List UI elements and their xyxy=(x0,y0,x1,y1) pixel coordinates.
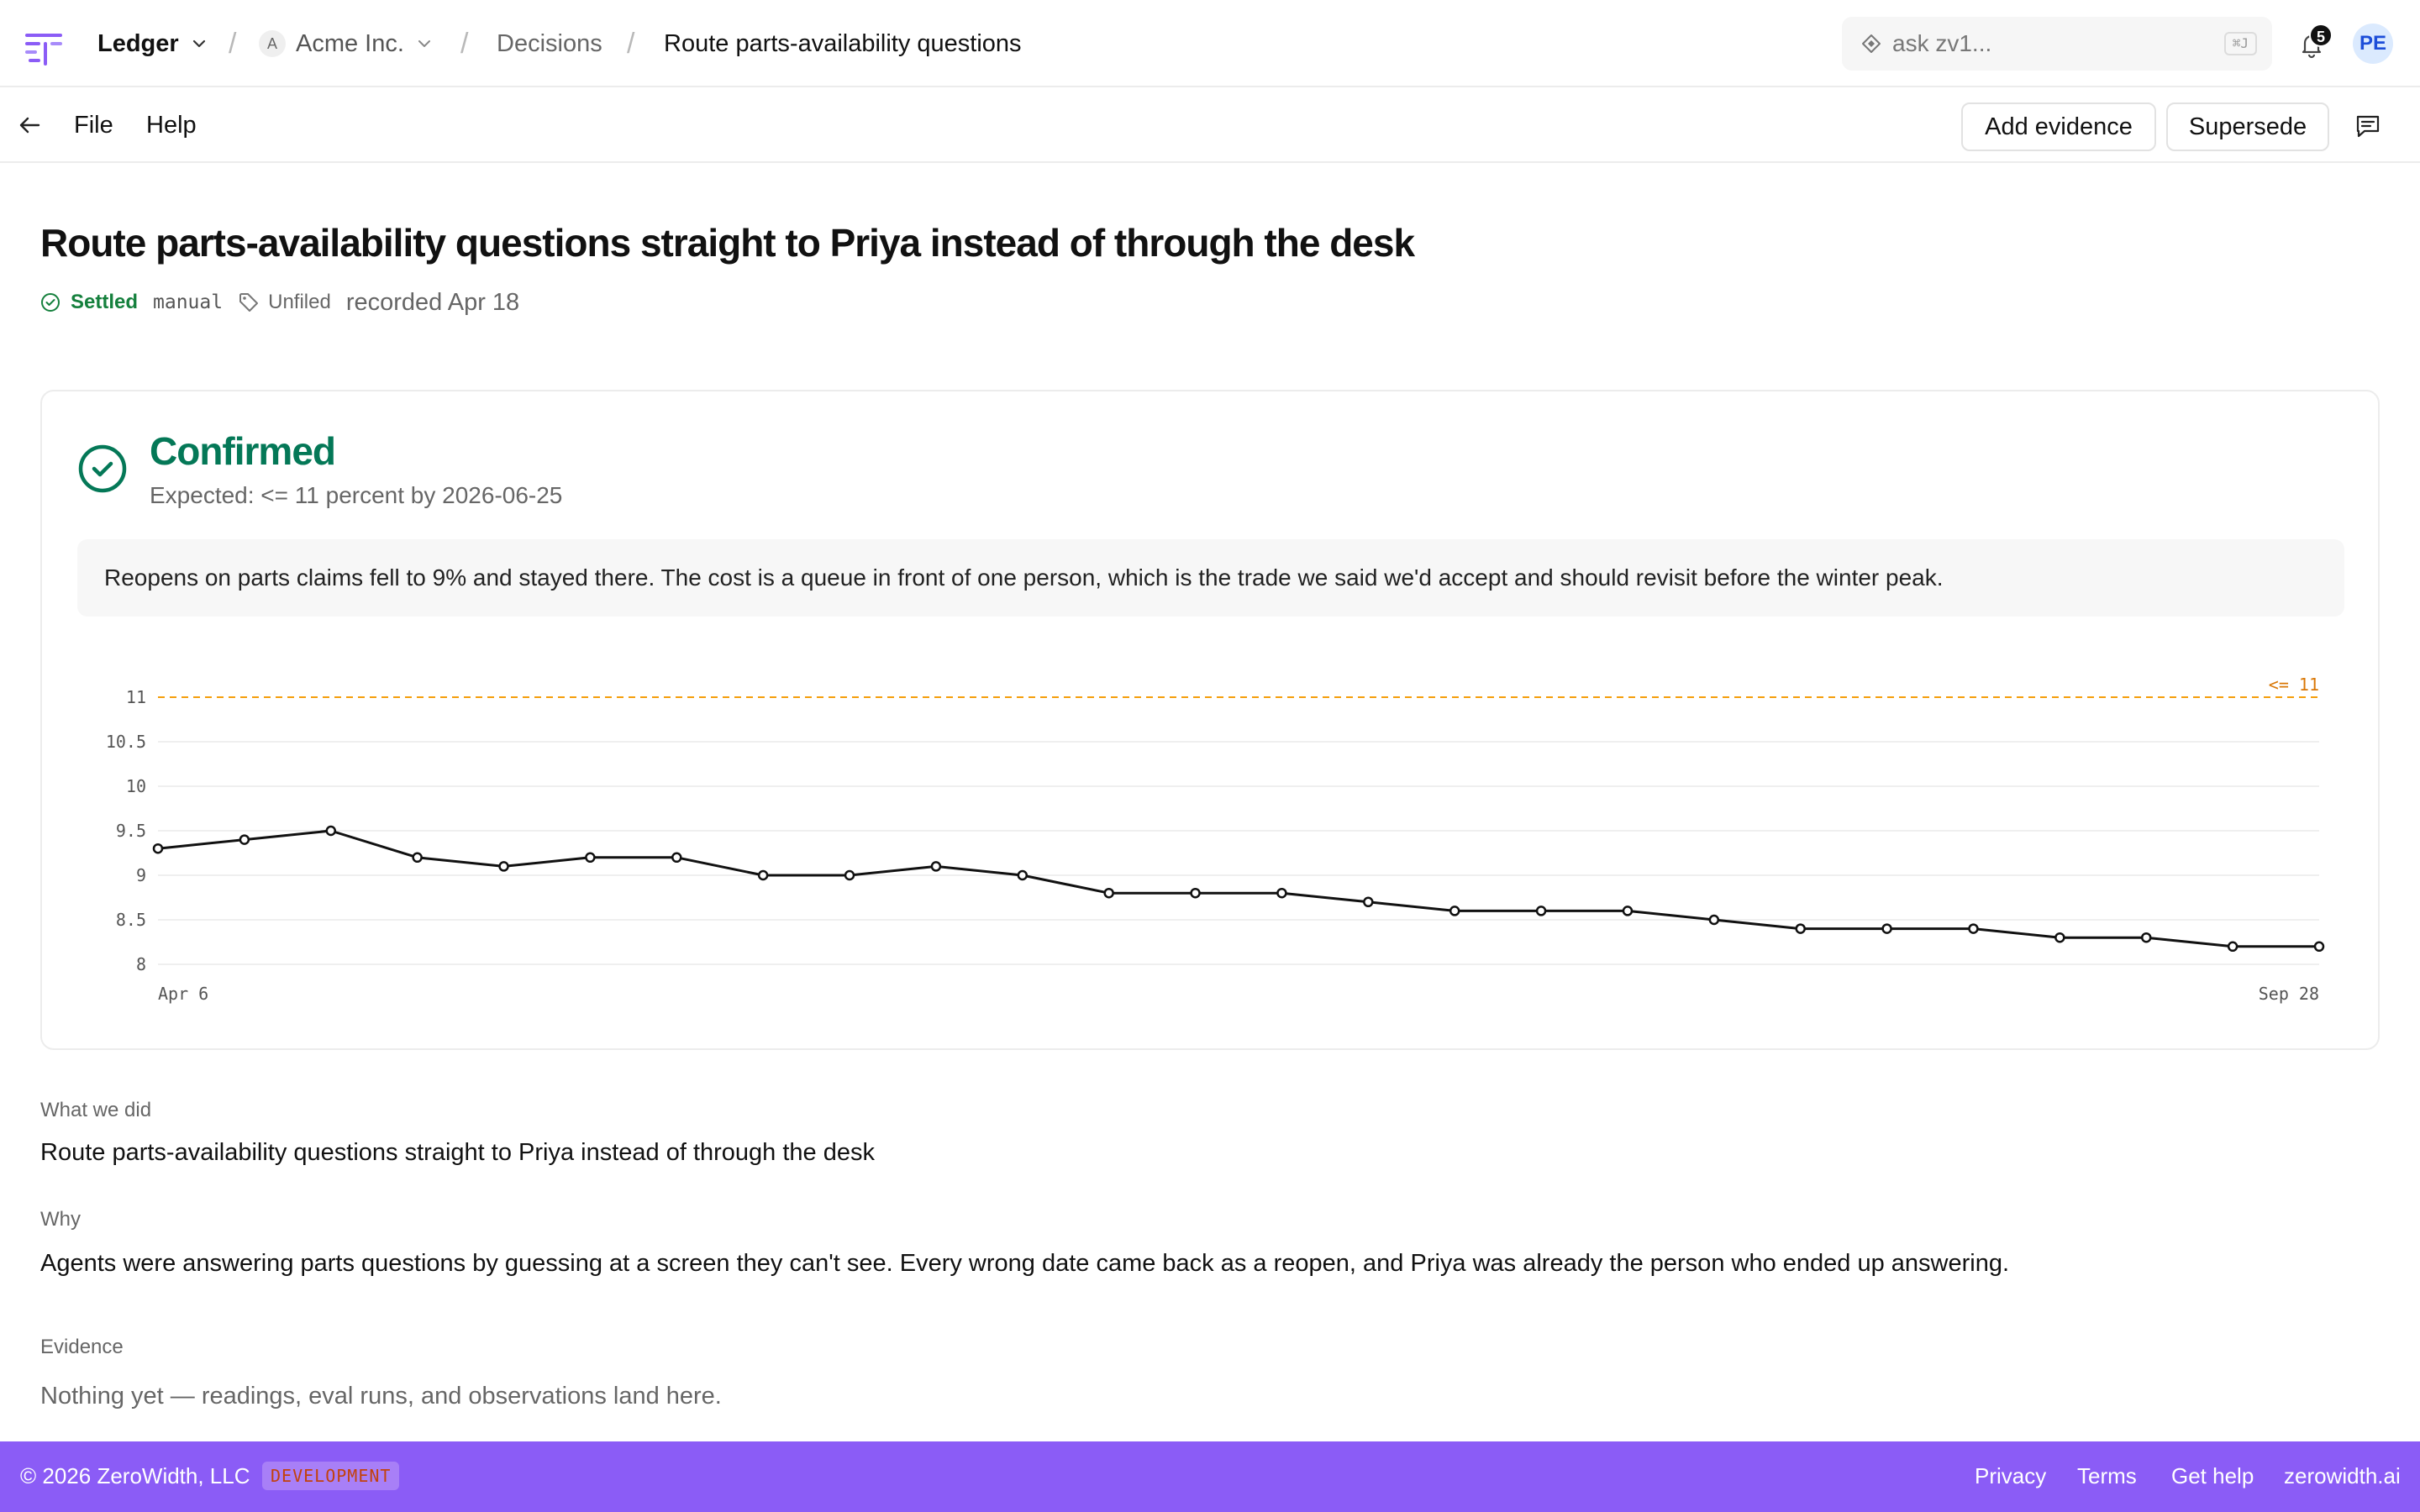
status-badge: Settled xyxy=(40,291,138,314)
app-name: Ledger xyxy=(97,29,179,57)
data-point xyxy=(152,843,164,854)
data-point xyxy=(844,869,855,881)
environment-badge: DEVELOPMENT xyxy=(262,1462,400,1490)
y-tick-label: 9.5 xyxy=(116,821,146,841)
evidence-empty-text: Nothing yet — readings, eval runs, and o… xyxy=(40,1383,722,1410)
get-help-link[interactable]: Get help xyxy=(2171,1463,2254,1489)
y-tick-label: 9 xyxy=(136,865,146,885)
y-tick-label: 8 xyxy=(136,954,146,974)
tag-picker[interactable]: Unfiled xyxy=(238,291,331,314)
x-tick-label-start: Apr 6 xyxy=(158,984,208,1004)
menu-file[interactable]: File xyxy=(74,108,113,143)
tag-icon xyxy=(239,293,259,312)
data-point xyxy=(2054,932,2065,943)
why-label: Why xyxy=(40,1208,81,1231)
data-point xyxy=(585,852,596,864)
data-point xyxy=(1363,896,1374,908)
org-name: Acme Inc. xyxy=(296,29,404,57)
sparkle-diamond-icon xyxy=(1862,34,1881,53)
notification-badge: 5 xyxy=(2309,24,2333,47)
data-point xyxy=(930,861,942,872)
why-text: Agents were answering parts questions by… xyxy=(40,1250,2010,1277)
breadcrumb-separator: / xyxy=(229,28,237,60)
zerowidth-link[interactable]: zerowidth.ai xyxy=(2284,1463,2401,1489)
add-evidence-button[interactable]: Add evidence xyxy=(1961,102,2156,151)
data-point xyxy=(412,852,423,864)
y-tick-label: 11 xyxy=(126,687,146,707)
data-point xyxy=(1017,869,1028,881)
chevron-down-icon xyxy=(192,39,205,48)
breadcrumb-separator: / xyxy=(460,28,469,60)
data-point xyxy=(498,861,509,872)
breadcrumb-decisions[interactable]: Decisions xyxy=(497,25,602,62)
ask-input[interactable] xyxy=(1892,30,2212,57)
org-avatar: A xyxy=(259,30,286,57)
data-point xyxy=(1276,887,1287,899)
source-tag: manual xyxy=(153,291,224,313)
notifications-button[interactable]: 5 xyxy=(2292,24,2333,64)
menu-help[interactable]: Help xyxy=(146,108,197,143)
data-point xyxy=(2313,941,2325,953)
recorded-date: recorded Apr 18 xyxy=(345,288,520,316)
copyright: © 2026 ZeroWidth, LLC xyxy=(20,1463,250,1488)
app-switcher[interactable]: Ledger xyxy=(97,25,208,62)
privacy-link[interactable]: Privacy xyxy=(1975,1463,2046,1489)
data-point xyxy=(671,852,682,864)
data-point xyxy=(1535,906,1547,916)
data-point xyxy=(1795,923,1806,934)
y-tick-label: 10 xyxy=(126,776,146,796)
shortcut-hint: ⌘J xyxy=(2223,32,2257,55)
what-we-did-label: What we did xyxy=(40,1099,152,1121)
chevron-down-icon xyxy=(418,40,430,47)
data-point xyxy=(2140,932,2152,943)
data-point xyxy=(239,834,250,845)
threshold-label: <= 11 xyxy=(2269,675,2319,695)
data-point xyxy=(1449,906,1460,916)
user-avatar[interactable]: PE xyxy=(2353,24,2393,64)
series-line xyxy=(157,829,2319,948)
data-point xyxy=(1190,887,1201,899)
data-point xyxy=(325,825,337,837)
decision-title: Route parts-availability questions strai… xyxy=(40,221,1415,265)
data-point xyxy=(1103,887,1114,899)
readings-chart: 11 10.5 10 9.5 9 8.5 8 <= 11 Apr 6 Sep 28 xyxy=(106,675,2325,1004)
outcome-card: Confirmed Expected: <= 11 percent by 202… xyxy=(40,390,2380,1050)
evidence-label: Evidence xyxy=(40,1336,124,1358)
back-arrow-icon[interactable] xyxy=(15,111,44,139)
y-tick-label: 8.5 xyxy=(116,910,146,930)
document-toolbar: File Help Add evidence Supersede xyxy=(0,87,2420,163)
x-tick-label-end: Sep 28 xyxy=(2259,984,2319,1004)
data-point xyxy=(1881,923,1892,934)
tag-label: Unfiled xyxy=(268,291,331,313)
data-point xyxy=(2227,941,2238,953)
data-point xyxy=(1968,923,1979,934)
app-logo-icon[interactable] xyxy=(24,30,64,67)
org-switcher[interactable]: A Acme Inc. xyxy=(259,25,433,62)
data-point xyxy=(1708,914,1720,926)
top-bar: Ledger / A Acme Inc. / Decisions / Route… xyxy=(0,0,2420,87)
check-circle-icon xyxy=(41,293,60,312)
breadcrumb-separator: / xyxy=(627,28,635,60)
what-we-did-text: Route parts-availability questions strai… xyxy=(40,1139,875,1166)
data-point xyxy=(757,869,769,881)
status-label: Settled xyxy=(71,291,139,313)
footer: © 2026 ZeroWidth, LLC DEVELOPMENT Privac… xyxy=(0,1441,2420,1512)
breadcrumb-current: Route parts-availability questions strai… xyxy=(664,29,1021,57)
y-tick-label: 10.5 xyxy=(106,732,146,752)
decision-meta: Settled manual Unfiled recorded Apr 18 xyxy=(40,286,519,319)
comment-icon[interactable] xyxy=(2353,111,2383,141)
ask-search-box[interactable]: ⌘J xyxy=(1842,17,2272,71)
supersede-button[interactable]: Supersede xyxy=(2166,102,2329,151)
terms-link[interactable]: Terms xyxy=(2077,1463,2137,1489)
data-point xyxy=(1622,906,1634,916)
